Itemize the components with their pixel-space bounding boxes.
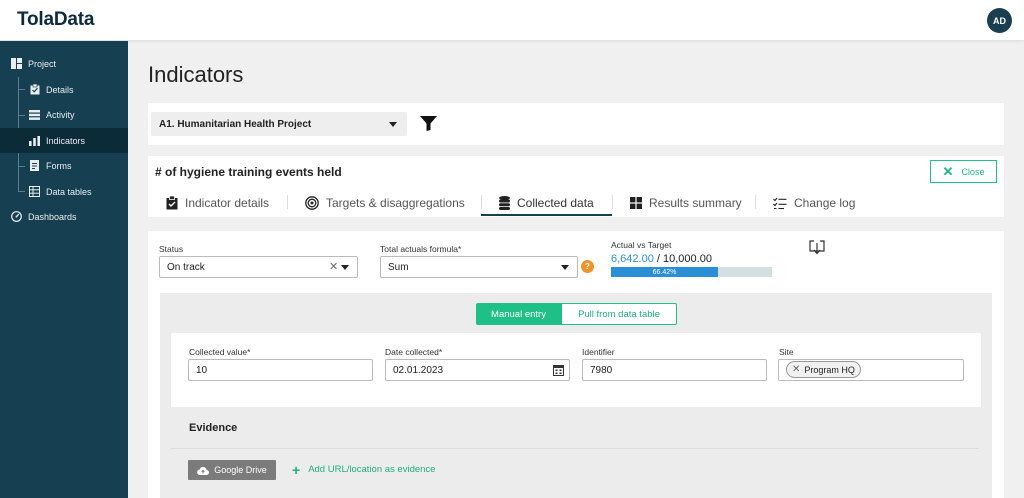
progress-percent-label: 66.42%: [652, 268, 677, 276]
close-button-label: Close: [961, 166, 985, 177]
tab-divider: [612, 195, 613, 209]
status-value: On track: [167, 261, 205, 273]
grid-icon: [630, 197, 642, 209]
pull-from-data-table-button[interactable]: Pull from data table: [561, 303, 677, 325]
formula-select[interactable]: Sum: [380, 256, 578, 278]
add-url-evidence-link[interactable]: + Add URL/location as evidence: [292, 461, 436, 478]
identifier-label: Identifier: [582, 347, 615, 357]
sidebar-item-activity[interactable]: Activity: [0, 102, 128, 127]
google-drive-label: Google Drive: [214, 465, 267, 475]
sidebar-item-label: Details: [46, 84, 74, 95]
tab-divider: [287, 195, 288, 209]
chevron-down-icon: [561, 265, 569, 270]
bar-chart-icon: [29, 135, 40, 146]
sidebar-item-indicators[interactable]: Indicators: [0, 128, 128, 153]
tab-label: Results summary: [649, 196, 742, 210]
list-icon: [29, 109, 40, 120]
cloud-upload-icon: [197, 466, 210, 475]
database-icon: [499, 196, 510, 210]
collected-value: 10: [196, 364, 208, 376]
filter-icon[interactable]: [420, 116, 437, 136]
sidebar-item-label: Forms: [46, 160, 72, 171]
date-collected-input[interactable]: 02.01.2023: [385, 359, 570, 381]
close-button[interactable]: ✕ Close: [930, 160, 997, 183]
tab-label: Indicator details: [185, 196, 270, 210]
identifier-input[interactable]: 7980: [582, 359, 767, 381]
tab-indicator-details[interactable]: Indicator details: [166, 190, 269, 216]
close-icon: ✕: [942, 163, 954, 179]
tab-change-log[interactable]: Change log: [773, 190, 855, 216]
project-icon: [11, 58, 22, 69]
sidebar-item-data-tables[interactable]: Data tables: [0, 179, 128, 204]
change-log-icon: [773, 197, 787, 210]
sidebar-item-details[interactable]: Details: [0, 77, 128, 102]
sidebar: Project Details Activity Indicators Form…: [0, 41, 128, 498]
user-avatar[interactable]: AD: [987, 8, 1012, 33]
dashboard-icon: [11, 211, 22, 222]
add-url-label: Add URL/location as evidence: [308, 464, 436, 475]
tab-collected-data[interactable]: Collected data: [499, 190, 594, 216]
tab-label: Change log: [794, 196, 856, 210]
top-bar: TolaData AD: [0, 0, 1024, 41]
site-chip-label: Program HQ: [804, 364, 855, 375]
form-icon: [29, 160, 40, 171]
clipboard-icon: [29, 84, 40, 95]
date-collected-value: 02.01.2023: [393, 364, 444, 376]
tab-divider: [755, 195, 756, 209]
page-title: Indicators: [148, 62, 244, 87]
sidebar-item-label: Indicators: [46, 135, 86, 146]
sidebar-item-label: Dashboards: [28, 211, 77, 222]
evidence-heading: Evidence: [189, 422, 238, 434]
sidebar-item-dashboards[interactable]: Dashboards: [0, 204, 128, 229]
clipboard-icon: [166, 196, 178, 210]
date-collected-label: Date collected*: [385, 347, 443, 357]
calendar-icon[interactable]: [553, 363, 564, 381]
active-tab-indicator: [481, 214, 612, 216]
actual-vs-target-label: Actual vs Target: [611, 240, 672, 250]
help-icon[interactable]: ?: [581, 260, 594, 273]
plus-icon: +: [292, 461, 301, 478]
tab-results-summary[interactable]: Results summary: [630, 190, 742, 216]
target-icon: [305, 196, 319, 210]
chevron-down-icon: [341, 265, 349, 270]
indicator-title: # of hygiene training events held: [155, 165, 342, 179]
tab-divider: [481, 195, 482, 209]
chevron-down-icon: [389, 122, 397, 127]
collected-value-input[interactable]: 10: [188, 359, 373, 381]
evidence-divider: [171, 448, 979, 449]
formula-value: Sum: [388, 261, 409, 273]
sidebar-item-label: Project: [28, 58, 57, 69]
site-chip[interactable]: ✕ Program HQ: [786, 361, 861, 378]
site-label: Site: [779, 347, 794, 357]
identifier-value: 7980: [590, 364, 613, 376]
remove-chip-icon[interactable]: ✕: [792, 364, 800, 375]
sidebar-item-forms[interactable]: Forms: [0, 153, 128, 178]
formula-label: Total actuals formula*: [380, 244, 462, 254]
project-select-value: A1. Humanitarian Health Project: [159, 118, 312, 130]
progress-fill: 66.42%: [611, 267, 718, 277]
sidebar-item-label: Activity: [46, 109, 75, 120]
download-icon[interactable]: [809, 240, 825, 260]
sidebar-item-project[interactable]: Project: [0, 51, 128, 76]
app-logo[interactable]: TolaData: [17, 9, 94, 31]
manual-entry-button[interactable]: Manual entry: [476, 303, 561, 325]
target-value: / 10,000.00: [656, 253, 712, 265]
tab-label: Collected data: [517, 196, 594, 210]
table-icon: [29, 186, 40, 197]
sidebar-item-label: Data tables: [46, 186, 92, 197]
actual-value: 6,642.00: [611, 253, 654, 265]
collected-value-label: Collected value*: [189, 347, 251, 357]
google-drive-button[interactable]: Google Drive: [188, 460, 276, 480]
status-label: Status: [159, 244, 184, 254]
project-select[interactable]: A1. Humanitarian Health Project: [151, 112, 407, 136]
tab-label: Targets & disaggregations: [326, 196, 465, 210]
clear-icon[interactable]: ✕: [329, 260, 338, 273]
tab-targets[interactable]: Targets & disaggregations: [305, 190, 465, 216]
actual-vs-target-values: 6,642.00 / 10,000.00: [611, 253, 712, 265]
